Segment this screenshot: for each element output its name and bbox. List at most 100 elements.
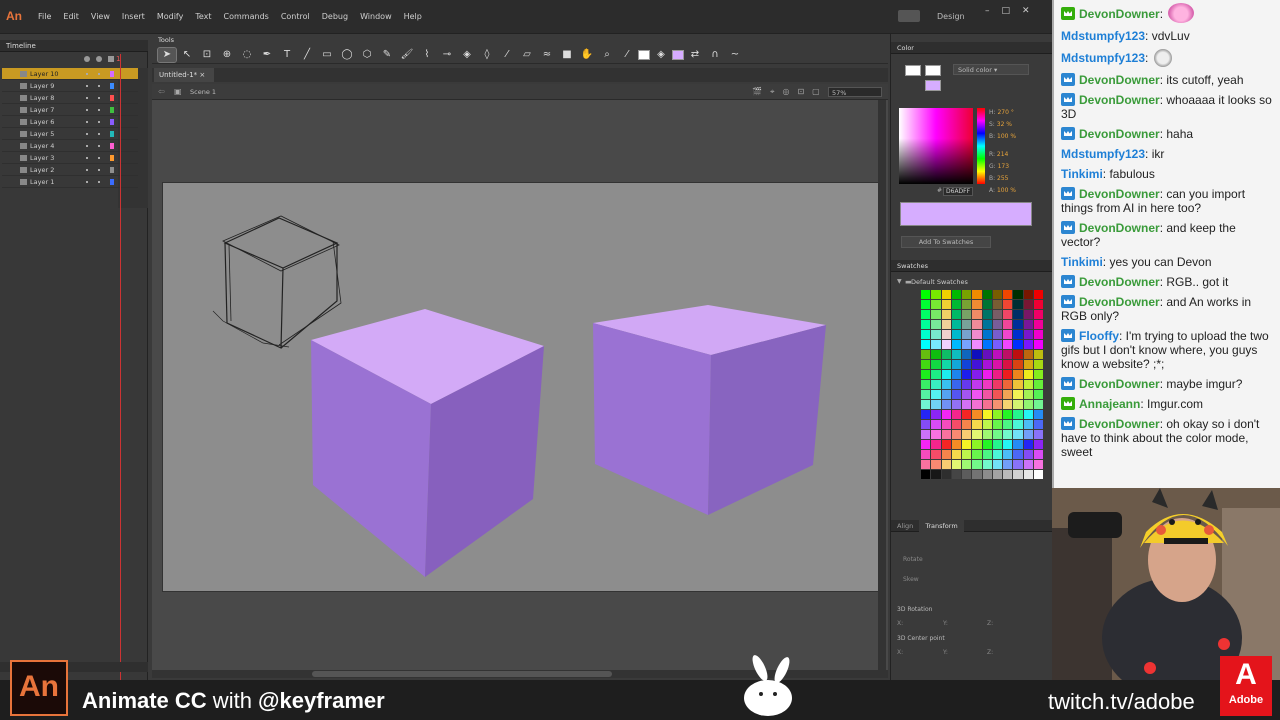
chat-username[interactable]: DevonDowner: [1079, 417, 1160, 431]
swatch-cell[interactable]: [931, 310, 941, 319]
chat-username[interactable]: Tinkimi: [1061, 255, 1103, 269]
lasso-icon[interactable]: ◌: [238, 48, 256, 62]
swatch-cell[interactable]: [1033, 470, 1043, 479]
lock-dot[interactable]: [98, 133, 100, 135]
swatch-cell[interactable]: [941, 470, 951, 479]
clapper-icon[interactable]: 🎬: [752, 87, 762, 97]
swatch-cell[interactable]: [962, 330, 972, 339]
swatch-cell[interactable]: [972, 360, 982, 369]
swatch-cell[interactable]: [1023, 400, 1033, 409]
swatch-cell[interactable]: [992, 370, 1002, 379]
close-icon[interactable]: ✕: [1022, 6, 1030, 16]
stage-center-icon[interactable]: ⌖: [770, 87, 775, 97]
menu-insert[interactable]: Insert: [116, 12, 151, 21]
text-tool-icon[interactable]: T: [278, 48, 296, 62]
swatch-cell[interactable]: [951, 390, 961, 399]
swatch-cell[interactable]: [1023, 360, 1033, 369]
swatch-cell[interactable]: [992, 360, 1002, 369]
brush-tool-icon[interactable]: 🖌: [398, 48, 416, 62]
layer-name[interactable]: Layer 4: [30, 142, 54, 150]
swatch-cell[interactable]: [972, 380, 982, 389]
swatch-cell[interactable]: [931, 300, 941, 309]
menu-commands[interactable]: Commands: [218, 12, 275, 21]
outline-color-box[interactable]: [110, 179, 114, 185]
layer-row[interactable]: Layer 4: [2, 140, 138, 152]
zoom-tool-icon[interactable]: ⌕: [598, 48, 616, 62]
swatch-cell[interactable]: [941, 430, 951, 439]
swatch-cell[interactable]: [951, 440, 961, 449]
camera-tool-icon[interactable]: ■: [558, 48, 576, 62]
chat-username[interactable]: DevonDowner: [1079, 73, 1160, 87]
swatch-cell[interactable]: [1013, 320, 1023, 329]
swatch-cell[interactable]: [982, 450, 992, 459]
swatch-cell[interactable]: [1003, 410, 1013, 419]
swatch-cell[interactable]: [1003, 370, 1013, 379]
swatch-cell[interactable]: [962, 450, 972, 459]
swatch-cell[interactable]: [1023, 340, 1033, 349]
menu-debug[interactable]: Debug: [316, 12, 354, 21]
outline-icon[interactable]: [108, 56, 114, 62]
swatch-cell[interactable]: [1003, 400, 1013, 409]
lock-dot[interactable]: [98, 181, 100, 183]
swatch-cell[interactable]: [941, 300, 951, 309]
swatch-cell[interactable]: [931, 370, 941, 379]
fit-icon[interactable]: ▢: [812, 87, 820, 97]
swatch-cell[interactable]: [962, 470, 972, 479]
swatch-cell[interactable]: [992, 380, 1002, 389]
menu-control[interactable]: Control: [275, 12, 316, 21]
chat-username[interactable]: DevonDowner: [1079, 187, 1160, 201]
swatch-cell[interactable]: [1003, 350, 1013, 359]
menu-help[interactable]: Help: [398, 12, 428, 21]
swatch-cell[interactable]: [982, 470, 992, 479]
visibility-dot[interactable]: [86, 97, 88, 99]
swatch-cell[interactable]: [1003, 290, 1013, 299]
menu-window[interactable]: Window: [354, 12, 398, 21]
swatch-cell[interactable]: [992, 430, 1002, 439]
back-arrow-icon[interactable]: ⇦: [158, 87, 165, 96]
swatch-cell[interactable]: [931, 470, 941, 479]
lock-icon[interactable]: [96, 56, 102, 62]
swatch-cell[interactable]: [1033, 410, 1043, 419]
swatch-cell[interactable]: [982, 430, 992, 439]
swatch-cell[interactable]: [1023, 320, 1033, 329]
transform-tab[interactable]: Transform: [919, 520, 964, 532]
swatch-cell[interactable]: [931, 450, 941, 459]
oval-tool-icon[interactable]: ◯: [338, 48, 356, 62]
swatch-cell[interactable]: [931, 360, 941, 369]
swatch-cell[interactable]: [992, 310, 1002, 319]
swatch-cell[interactable]: [941, 320, 951, 329]
swatch-cell[interactable]: [962, 390, 972, 399]
hex-input[interactable]: D6ADFF: [943, 187, 973, 196]
swatch-cell[interactable]: [951, 320, 961, 329]
workspace-dropdown[interactable]: Design: [937, 12, 965, 21]
swatch-cell[interactable]: [972, 310, 982, 319]
document-tab[interactable]: Untitled-1* ×: [154, 68, 214, 82]
swatch-cell[interactable]: [1033, 310, 1043, 319]
swatch-cell[interactable]: [921, 370, 931, 379]
lock-dot[interactable]: [98, 169, 100, 171]
swatch-cell[interactable]: [1023, 420, 1033, 429]
color-panel-tab[interactable]: Color: [891, 42, 1053, 54]
swatch-cell[interactable]: [931, 290, 941, 299]
swatch-cell[interactable]: [982, 440, 992, 449]
outline-color-box[interactable]: [110, 95, 114, 101]
swatch-cell[interactable]: [921, 420, 931, 429]
layer-name[interactable]: Layer 9: [30, 82, 54, 90]
pencil-tool-icon[interactable]: ✎: [378, 48, 396, 62]
swatch-cell[interactable]: [1033, 450, 1043, 459]
chat-username[interactable]: Mdstumpfy123: [1061, 51, 1145, 65]
visibility-dot[interactable]: [86, 145, 88, 147]
layer-row[interactable]: Layer 3: [2, 152, 138, 164]
swatch-cell[interactable]: [1003, 470, 1013, 479]
swatch-cell[interactable]: [921, 440, 931, 449]
visibility-dot[interactable]: [86, 85, 88, 87]
layer-row[interactable]: Layer 1: [2, 176, 138, 188]
swatch-cell[interactable]: [931, 440, 941, 449]
swatch-cell[interactable]: [941, 350, 951, 359]
lock-dot[interactable]: [98, 157, 100, 159]
swatch-cell[interactable]: [1013, 400, 1023, 409]
swatch-cell[interactable]: [972, 440, 982, 449]
swatch-cell[interactable]: [962, 300, 972, 309]
swatch-cell[interactable]: [1013, 300, 1023, 309]
swatch-cell[interactable]: [962, 370, 972, 379]
